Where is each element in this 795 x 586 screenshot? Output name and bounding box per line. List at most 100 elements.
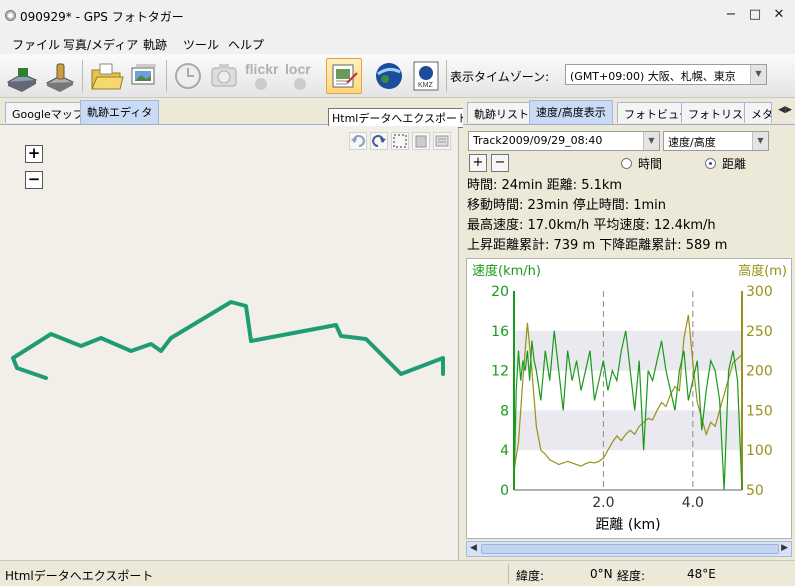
- gps-track-line: [11, 300, 445, 380]
- delete-points-icon[interactable]: [412, 132, 430, 150]
- right-axis-title: 高度(m): [738, 263, 787, 279]
- graph-zoom-in-button[interactable]: +: [469, 154, 487, 172]
- left-tick-label: 0: [500, 483, 509, 499]
- google-earth-button[interactable]: [371, 58, 407, 94]
- minimize-button[interactable]: −: [722, 7, 740, 23]
- locr-button[interactable]: locr: [282, 58, 318, 94]
- status-divider: [508, 564, 509, 584]
- right-tick-label: 50: [746, 483, 764, 499]
- camera-button[interactable]: [206, 58, 242, 94]
- tab-track-editor[interactable]: 軌跡エディタ: [80, 100, 160, 124]
- tab-google-map[interactable]: Googleマップ: [5, 102, 91, 123]
- speed-altitude-chart[interactable]: 速度(km/h) 高度(m) 0 4 8 12 16 20 50 100 150 200 250 300 2…: [466, 258, 792, 539]
- clock-icon: [175, 63, 201, 89]
- track-select[interactable]: Track2009/09/29_08:40 ▼: [468, 131, 660, 151]
- radio-time-label: 時間: [638, 157, 663, 171]
- left-tick-label: 12: [491, 364, 509, 380]
- zoom-out-button[interactable]: −: [25, 171, 43, 189]
- right-tick-label: 100: [746, 443, 773, 459]
- left-tick-label: 4: [500, 443, 509, 459]
- locr-label: locr: [285, 61, 311, 77]
- toolbar-separator: [166, 60, 167, 92]
- x-tick-label: 4.0: [682, 495, 704, 511]
- gps-device-button[interactable]: [4, 58, 40, 94]
- locr-icon: locr: [285, 61, 311, 90]
- scroll-right-icon[interactable]: ▶: [781, 543, 788, 553]
- undo-icon[interactable]: [349, 132, 367, 150]
- left-tick-label: 20: [491, 284, 509, 300]
- chevron-down-icon[interactable]: ▼: [643, 132, 659, 150]
- stats-elevation: 上昇距離累計: 739 m 下降距離累計: 589 m: [467, 238, 728, 253]
- gps-logger-button[interactable]: [42, 58, 78, 94]
- toolbar-separator: [82, 60, 83, 92]
- map-canvas[interactable]: + −: [1, 126, 458, 560]
- app-icon: [5, 10, 16, 21]
- longitude-value: 48°E: [687, 567, 716, 581]
- right-tick-label: 250: [746, 324, 773, 340]
- title-bar: 090929* - GPS フォトタガー − □ ✕: [0, 0, 795, 32]
- status-message: Htmlデータへエクスポート: [5, 569, 154, 583]
- time-adjust-button[interactable]: [170, 58, 206, 94]
- timezone-select[interactable]: (GMT+09:00) 大阪、札幌、東京 ▼: [565, 64, 767, 85]
- x-axis-title: 距離 (km): [595, 516, 660, 533]
- kmz-label: KMZ: [418, 82, 434, 89]
- left-tick-label: 8: [500, 403, 509, 419]
- toolbar: flickr locr KMZ 表示タイムゾーン: (GMT+09:00) 大阪…: [0, 54, 795, 98]
- maximize-button[interactable]: □: [746, 7, 764, 23]
- menu-help[interactable]: ヘルプ: [228, 36, 264, 53]
- select-rect-icon[interactable]: [391, 132, 409, 150]
- flickr-icon: flickr: [245, 61, 279, 90]
- photo-list-button[interactable]: [126, 58, 162, 94]
- radio-distance-label: 距離: [722, 157, 747, 171]
- stats-speed: 最高速度: 17.0km/h 平均速度: 12.4km/h: [467, 218, 716, 233]
- export-tooltip: Htmlデータへエクスポート: [328, 108, 473, 128]
- right-tick-label: 150: [746, 403, 773, 419]
- radio-distance[interactable]: [705, 158, 716, 169]
- gps-logger-icon: [45, 63, 75, 92]
- chart-scrollbar[interactable]: ◀ ▶: [466, 541, 792, 557]
- right-pane: 軌跡リスト 速度/高度表示 フォトビュー フォトリスト メタ ◀▶ Track2…: [463, 98, 795, 560]
- kmz-export-button[interactable]: KMZ: [408, 58, 444, 94]
- menu-bar: ファイル 写真/メディア 軌跡 ツール ヘルプ: [0, 32, 795, 54]
- properties-icon[interactable]: [433, 132, 451, 150]
- tab-track-list[interactable]: 軌跡リスト: [467, 102, 536, 123]
- latitude-label: 緯度:: [516, 569, 545, 583]
- html-export-button[interactable]: [326, 58, 362, 94]
- tab-speed-altitude[interactable]: 速度/高度表示: [529, 100, 613, 124]
- timezone-label: 表示タイムゾーン:: [450, 70, 550, 84]
- scrollbar-thumb[interactable]: [481, 544, 779, 554]
- stats-time-distance: 時間: 24min 距離: 5.1km: [467, 178, 623, 193]
- tab-meta[interactable]: メタ: [744, 102, 772, 123]
- open-folder-icon: [91, 63, 124, 90]
- timezone-value: (GMT+09:00) 大阪、札幌、東京: [570, 70, 736, 83]
- google-earth-icon: [376, 63, 402, 89]
- radio-time[interactable]: [621, 158, 632, 169]
- right-tick-label: 200: [746, 364, 773, 380]
- close-button[interactable]: ✕: [770, 7, 788, 23]
- graph-zoom-out-button[interactable]: −: [491, 154, 509, 172]
- longitude-label: 経度:: [617, 569, 646, 583]
- latitude-value: 0°N: [590, 567, 613, 581]
- tab-scroll-arrows[interactable]: ◀▶: [778, 105, 792, 115]
- open-folder-button[interactable]: [88, 58, 124, 94]
- left-pane: Googleマップ 軌跡エディタ Htmlデータへエクスポート + −: [0, 98, 473, 560]
- flickr-button[interactable]: flickr: [243, 58, 279, 94]
- zoom-in-button[interactable]: +: [25, 145, 43, 163]
- menu-photo-media[interactable]: 写真/メディア: [63, 36, 138, 53]
- track-path-layer: [11, 300, 445, 380]
- menu-tools[interactable]: ツール: [183, 36, 219, 53]
- graph-mode-select[interactable]: 速度/高度 ▼: [663, 131, 769, 151]
- menu-track[interactable]: 軌跡: [143, 36, 167, 53]
- track-select-value: Track2009/09/29_08:40: [473, 134, 603, 147]
- redo-icon[interactable]: [370, 132, 388, 150]
- chevron-down-icon[interactable]: ▼: [750, 65, 766, 84]
- menu-file[interactable]: ファイル: [12, 36, 60, 53]
- stats-moving-stopped: 移動時間: 23min 停止時間: 1min: [467, 198, 666, 213]
- window-title: 090929* - GPS フォトタガー: [20, 10, 184, 24]
- photos-icon: [131, 64, 156, 85]
- kmz-icon: KMZ: [413, 61, 439, 91]
- scroll-left-icon[interactable]: ◀: [470, 543, 477, 553]
- chevron-down-icon[interactable]: ▼: [752, 132, 768, 150]
- left-tick-label: 16: [491, 324, 509, 340]
- x-tick-label: 2.0: [592, 495, 614, 511]
